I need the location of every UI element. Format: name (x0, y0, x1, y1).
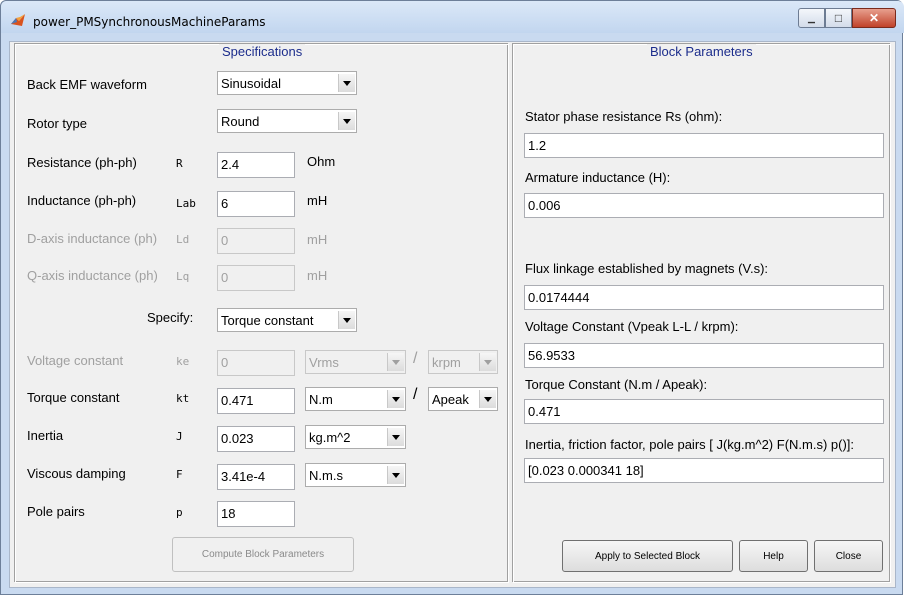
chevron-down-icon[interactable] (387, 390, 404, 408)
inductance-label: Inductance (ph-ph) (27, 193, 137, 208)
block-parameters-title: Block Parameters (647, 44, 756, 59)
title-bar[interactable]: power_PMSynchronousMachineParams ▁ □ ✕ (1, 1, 904, 33)
voltage-slash: / (413, 350, 418, 367)
torque-constant-bp-input[interactable]: 0.471 (524, 399, 884, 424)
voltage-constant-symbol: ke (176, 355, 190, 368)
flux-linkage-label: Flux linkage established by magnets (V.s… (525, 261, 769, 276)
voltage-unit2-value: krpm (432, 355, 461, 370)
q-axis-input: 0 (217, 265, 295, 291)
rotor-type-value: Round (221, 114, 260, 129)
specify-label: Specify: (147, 310, 194, 325)
voltage-constant-bp-label: Voltage Constant (Vpeak L-L / krpm): (525, 319, 739, 334)
inertia-label: Inertia (27, 428, 64, 443)
viscous-unit-select[interactable]: N.m.s (305, 463, 406, 487)
minimize-button[interactable]: ▁ (798, 8, 825, 28)
stator-resistance-input[interactable]: 1.2 (524, 133, 884, 158)
resistance-label: Resistance (ph-ph) (27, 155, 137, 170)
resistance-symbol: R (176, 157, 183, 170)
pole-pairs-symbol: p (176, 506, 183, 519)
torque-constant-bp-label: Torque Constant (N.m / Apeak): (525, 377, 708, 392)
window-title: power_PMSynchronousMachineParams (33, 15, 266, 29)
inertia-unit-value: kg.m^2 (309, 430, 351, 445)
compute-block-parameters-button[interactable]: Compute Block Parameters (172, 537, 354, 572)
inertia-symbol: J (176, 430, 183, 443)
rotor-type-label: Rotor type (27, 116, 87, 131)
viscous-unit-value: N.m.s (309, 468, 343, 483)
close-window-button[interactable]: ✕ (852, 8, 896, 28)
torque-slash: / (413, 386, 418, 403)
close-icon: ✕ (868, 11, 880, 25)
d-axis-label: D-axis inductance (ph) (27, 231, 158, 246)
q-axis-symbol: Lq (176, 270, 190, 283)
close-button[interactable]: Close (814, 540, 883, 572)
armature-inductance-label: Armature inductance (H): (525, 170, 671, 185)
dialog-window: power_PMSynchronousMachineParams ▁ □ ✕ S… (0, 0, 904, 595)
inductance-input[interactable]: 6 (217, 191, 295, 217)
viscous-damping-label: Viscous damping (27, 466, 126, 481)
torque-constant-label: Torque constant (27, 390, 120, 405)
voltage-unit1-select: Vrms (305, 350, 406, 374)
chevron-down-icon[interactable] (338, 311, 355, 329)
torque-unit1-select[interactable]: N.m (305, 387, 406, 411)
inductance-symbol: Lab (176, 197, 196, 210)
chevron-down-icon[interactable] (338, 74, 355, 92)
rotor-type-select[interactable]: Round (217, 109, 357, 133)
voltage-constant-input: 0 (217, 350, 295, 376)
torque-constant-symbol: kt (176, 392, 190, 405)
chevron-down-icon[interactable] (338, 112, 355, 130)
torque-unit2-select[interactable]: Apeak (428, 387, 498, 411)
d-axis-input: 0 (217, 228, 295, 254)
resistance-unit: Ohm (307, 154, 336, 169)
dialog-client-area: Specifications Back EMF waveform Sinusoi… (9, 41, 896, 588)
viscous-damping-input[interactable]: 3.41e-4 (217, 464, 295, 490)
pole-pairs-label: Pole pairs (27, 504, 85, 519)
voltage-constant-bp-input[interactable]: 56.9533 (524, 343, 884, 368)
voltage-unit1-value: Vrms (309, 355, 339, 370)
q-axis-unit: mH (307, 268, 328, 283)
back-emf-select[interactable]: Sinusoidal (217, 71, 357, 95)
d-axis-symbol: Ld (176, 233, 190, 246)
chevron-down-icon (387, 353, 404, 371)
chevron-down-icon[interactable] (479, 390, 496, 408)
q-axis-label: Q-axis inductance (ph) (27, 268, 158, 283)
chevron-down-icon (479, 353, 496, 371)
voltage-constant-label: Voltage constant (27, 353, 124, 368)
inertia-unit-select[interactable]: kg.m^2 (305, 425, 406, 449)
pole-pairs-input[interactable]: 18 (217, 501, 295, 527)
torque-constant-input[interactable]: 0.471 (217, 388, 295, 414)
chevron-down-icon[interactable] (387, 466, 404, 484)
specifications-title: Specifications (219, 44, 306, 59)
block-parameters-panel (513, 44, 891, 583)
viscous-damping-symbol: F (176, 468, 183, 481)
back-emf-label: Back EMF waveform (27, 77, 147, 92)
chevron-down-icon[interactable] (387, 428, 404, 446)
d-axis-unit: mH (307, 232, 328, 247)
specify-select[interactable]: Torque constant (217, 308, 357, 332)
back-emf-value: Sinusoidal (221, 76, 281, 91)
help-button[interactable]: Help (739, 540, 808, 572)
voltage-unit2-select: krpm (428, 350, 498, 374)
apply-to-selected-block-button[interactable]: Apply to Selected Block (562, 540, 733, 572)
stator-resistance-label: Stator phase resistance Rs (ohm): (525, 109, 723, 124)
matlab-logo-icon (11, 14, 25, 26)
maximize-button[interactable]: □ (825, 8, 852, 28)
torque-unit1-value: N.m (309, 392, 333, 407)
inertia-friction-input[interactable]: [0.023 0.000341 18] (524, 458, 884, 483)
inductance-unit: mH (307, 193, 328, 208)
inertia-friction-label: Inertia, friction factor, pole pairs [ J… (525, 437, 855, 452)
armature-inductance-input[interactable]: 0.006 (524, 193, 884, 218)
flux-linkage-input[interactable]: 0.0174444 (524, 285, 884, 310)
torque-unit2-value: Apeak (432, 392, 469, 407)
resistance-input[interactable]: 2.4 (217, 152, 295, 178)
specify-value: Torque constant (221, 313, 314, 328)
maximize-icon: □ (834, 11, 843, 25)
minimize-icon: ▁ (808, 12, 815, 23)
inertia-input[interactable]: 0.023 (217, 426, 295, 452)
